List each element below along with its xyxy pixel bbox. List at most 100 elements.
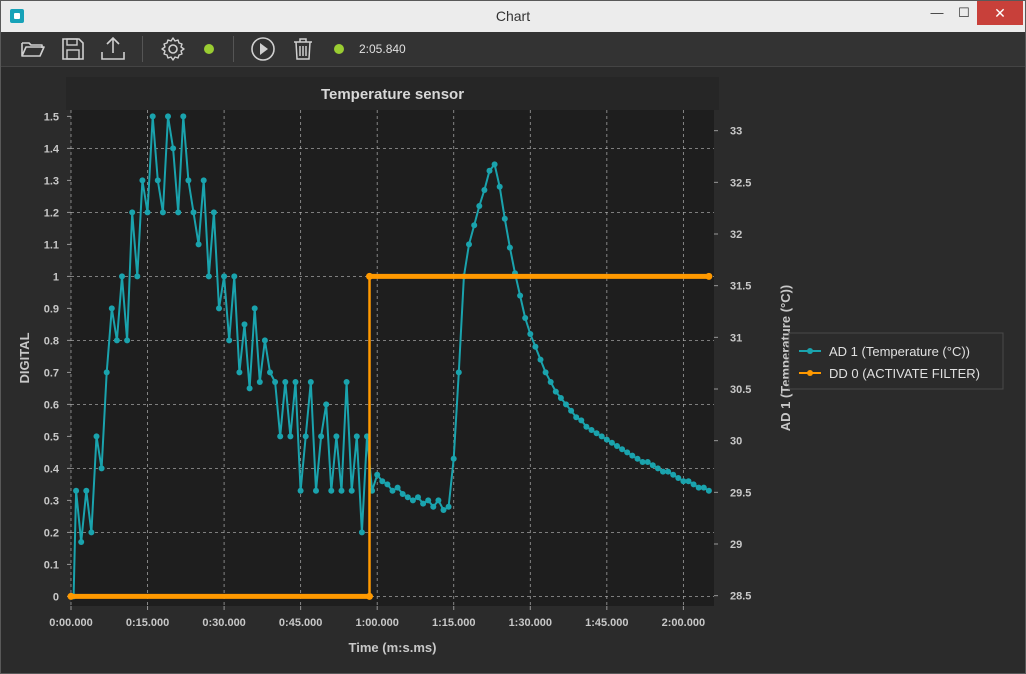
ad1-data-point	[267, 369, 273, 376]
y-left-tick-label: 1.2	[44, 207, 59, 219]
ad1-data-point	[522, 315, 529, 321]
ad1-data-point	[205, 273, 212, 280]
elapsed-time: 2:05.840	[359, 42, 406, 56]
ad1-data-point	[328, 487, 335, 494]
ad1-data-point	[246, 385, 253, 392]
y-left-tick-label: 1.3	[44, 175, 59, 187]
legend-swatch-marker	[807, 370, 813, 376]
ad1-data-point	[639, 459, 646, 465]
x-tick-label: 1:45.000	[585, 617, 628, 629]
ad1-data-point	[103, 369, 110, 376]
ad1-data-point	[578, 417, 585, 424]
gear-icon[interactable]	[159, 35, 187, 63]
ad1-data-point	[619, 446, 626, 453]
ad1-data-point	[573, 414, 580, 421]
y-right-tick-label: 31	[730, 332, 742, 344]
ad1-data-point	[399, 491, 406, 497]
x-tick-label: 2:00.000	[662, 617, 705, 629]
y-right-tick-label: 33	[730, 126, 742, 138]
dd0-data-point	[67, 592, 75, 600]
ad1-data-point	[256, 379, 263, 385]
ad1-data-point	[394, 484, 401, 491]
ad1-data-point	[83, 487, 90, 494]
ad1-data-point	[251, 305, 258, 312]
ad1-data-point	[180, 113, 187, 120]
ad1-data-point	[108, 305, 115, 312]
y-right-tick-label: 32.5	[730, 177, 751, 189]
ad1-data-point	[98, 465, 105, 472]
y-left-axis-label: DIGITAL	[17, 332, 32, 383]
ad1-data-point	[476, 203, 483, 209]
ad1-data-point	[144, 209, 151, 216]
ad1-data-point	[119, 273, 125, 280]
ad1-data-point	[685, 478, 692, 485]
chart-area: Temperature sensor 0:00.000 0:15.000 0:30.0…	[9, 67, 1019, 667]
chart-svg[interactable]: Temperature sensor 0:00.000 0:15.000 0:30.0…	[9, 67, 1019, 667]
close-button[interactable]: ✕	[977, 1, 1023, 25]
legend-swatch-marker	[807, 348, 813, 354]
y-right-tick-label: 30	[730, 436, 742, 448]
ad1-data-point	[466, 241, 472, 248]
ad1-data-point	[542, 369, 549, 376]
ad1-data-point	[124, 337, 131, 344]
x-tick-label: 0:45.000	[279, 617, 322, 629]
ad1-data-point	[292, 379, 299, 385]
ad1-data-point	[353, 433, 360, 440]
y-left-tick-label: 0.6	[44, 399, 59, 411]
ad1-data-point	[226, 337, 233, 344]
ad1-data-point	[665, 468, 672, 475]
ad1-data-point	[568, 407, 575, 414]
toolbar-separator	[233, 36, 234, 62]
ad1-data-point	[527, 331, 534, 337]
dd0-data-point	[705, 272, 713, 280]
ad1-data-point	[430, 503, 437, 510]
y-left-tick-label: 0.3	[44, 495, 59, 507]
y-right-tick-label: 29	[730, 539, 742, 551]
ad1-data-point	[307, 379, 314, 385]
export-icon[interactable]	[99, 35, 127, 63]
trash-icon[interactable]	[289, 35, 317, 63]
ad1-data-point	[471, 222, 478, 229]
ad1-data-point	[210, 209, 217, 216]
ad1-data-point	[629, 452, 636, 459]
ad1-data-point	[287, 433, 294, 440]
ad1-data-point	[603, 436, 610, 443]
ad1-data-point	[501, 215, 508, 222]
ad1-data-point	[389, 487, 396, 494]
x-tick-label: 0:30.000	[202, 617, 245, 629]
ad1-data-point	[537, 356, 544, 363]
y-left-tick-label: 0.8	[44, 335, 59, 347]
ad1-data-point	[486, 167, 493, 174]
ad1-data-point	[343, 379, 350, 385]
plot-background	[71, 110, 714, 606]
folder-open-icon[interactable]	[19, 35, 47, 63]
maximize-button[interactable]: ☐	[949, 1, 979, 25]
ad1-data-point	[113, 337, 120, 344]
dd0-data-point	[366, 272, 373, 280]
play-icon[interactable]	[249, 35, 277, 63]
ad1-data-point	[506, 244, 513, 251]
ad1-data-point	[547, 379, 554, 385]
ad1-data-point	[297, 487, 304, 494]
ad1-data-point	[415, 494, 421, 501]
ad1-data-point	[231, 273, 238, 280]
ad1-data-point	[200, 177, 207, 184]
ad1-data-point	[139, 177, 146, 184]
ad1-data-point	[185, 177, 192, 184]
y-left-tick-label: 0.1	[44, 559, 59, 571]
minimize-button[interactable]: —	[922, 1, 952, 25]
ad1-data-point	[73, 487, 80, 494]
ad1-data-point	[348, 487, 355, 494]
x-tick-label: 0:00.000	[49, 617, 92, 629]
running-status-dot	[334, 44, 344, 54]
y-right-tick-label: 29.5	[730, 487, 751, 499]
ad1-data-point	[129, 209, 136, 216]
ad1-data-point	[93, 433, 100, 440]
ad1-data-point	[302, 433, 309, 440]
ad1-data-point	[532, 343, 539, 350]
ad1-data-point	[159, 209, 166, 216]
ad1-data-point	[134, 273, 141, 280]
title-bar[interactable]: Chart — ☐ ✕	[1, 1, 1025, 32]
ad1-data-point	[491, 161, 498, 168]
save-icon[interactable]	[59, 35, 87, 63]
